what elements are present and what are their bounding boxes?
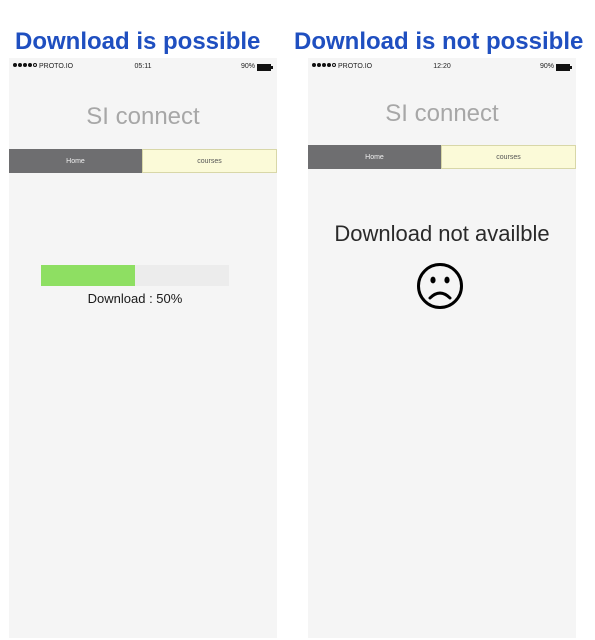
download-progress-bar <box>41 265 229 286</box>
battery-percent: 90% <box>539 63 554 70</box>
tab-courses[interactable]: courses <box>142 149 277 173</box>
tab-courses[interactable]: courses <box>441 145 576 169</box>
battery-icon <box>257 64 273 71</box>
status-bar: PROTO.IO 12:20 90% <box>308 60 576 74</box>
tab-bar: Home courses <box>308 145 576 169</box>
tab-home[interactable]: Home <box>308 145 441 169</box>
heading-download-possible: Download is possible <box>15 28 261 55</box>
phone-screen-download-possible: PROTO.IO 05:11 90% SI connect Home cours… <box>9 58 277 638</box>
tab-home[interactable]: Home <box>9 149 142 173</box>
status-time: 12:20 <box>433 63 451 70</box>
status-bar: PROTO.IO 05:11 90% <box>9 60 277 74</box>
download-unavailable-message: Download not availble <box>334 221 550 246</box>
download-progress-label: Download : 50% <box>87 291 183 306</box>
tab-bar: Home courses <box>9 149 277 173</box>
battery-percent: 90% <box>240 63 255 70</box>
phone-screen-download-not-possible: PROTO.IO 12:20 90% SI connect Home cours… <box>308 58 576 638</box>
battery-icon <box>556 64 572 71</box>
heading-download-not-possible: Download is not possible <box>294 28 584 55</box>
download-progress-fill <box>41 265 135 286</box>
sad-face-icon <box>417 263 463 309</box>
status-time: 05:11 <box>134 63 152 70</box>
app-title: SI connect <box>86 103 200 130</box>
app-title: SI connect <box>385 100 499 127</box>
